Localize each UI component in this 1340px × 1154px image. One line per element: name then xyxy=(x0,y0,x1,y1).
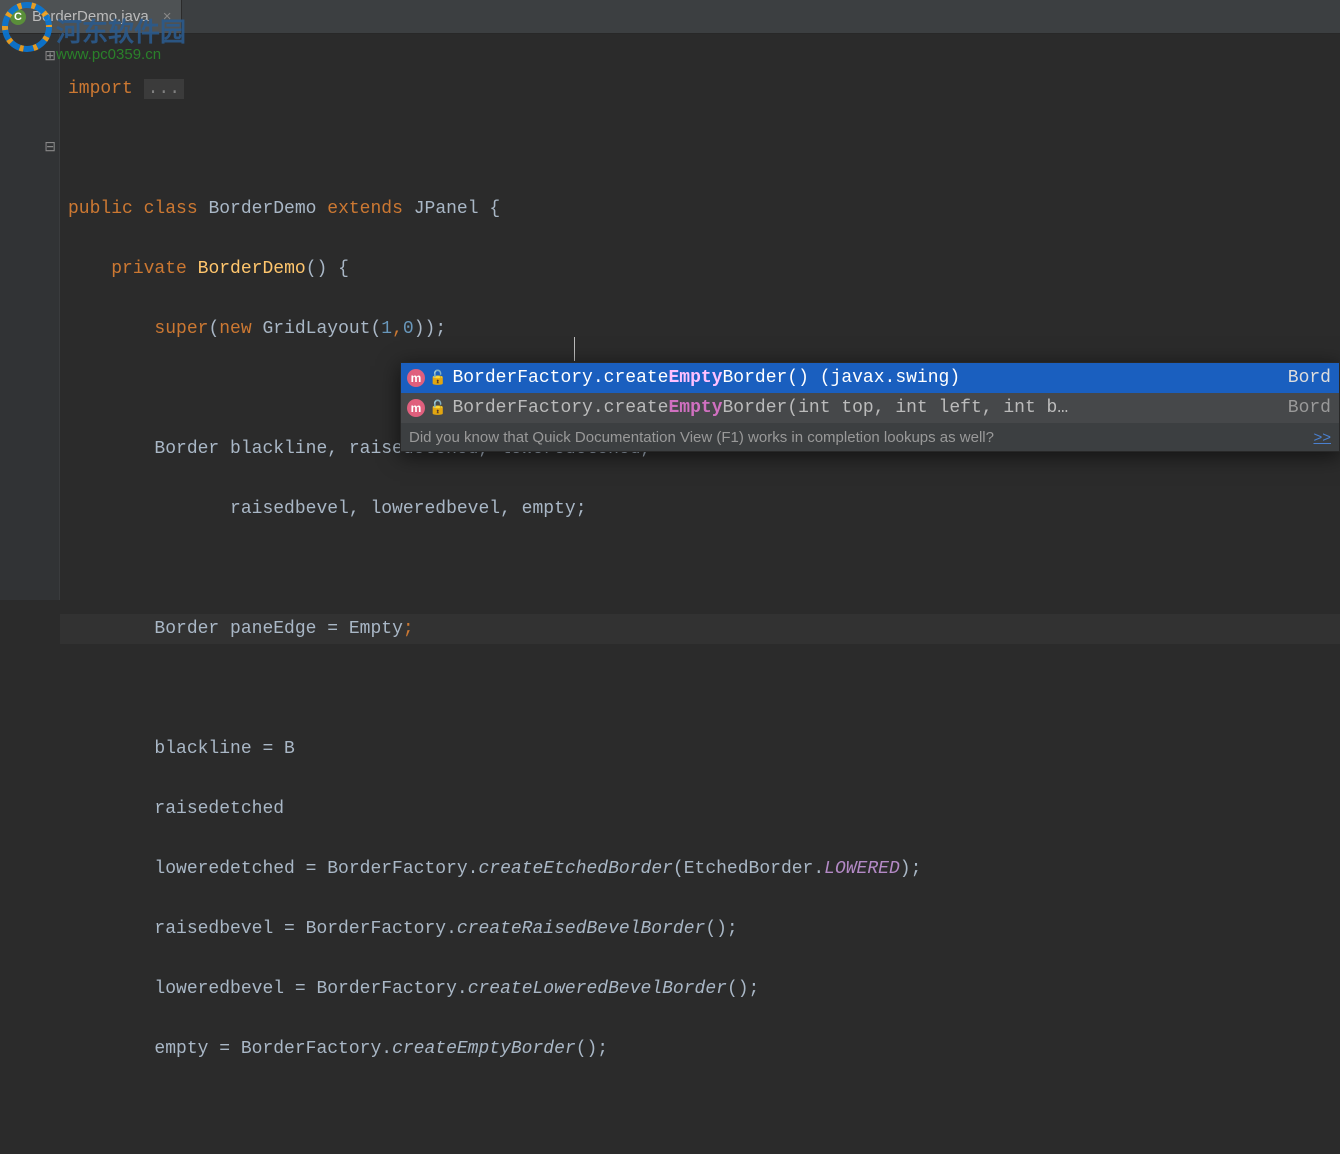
method-icon: m xyxy=(407,369,425,387)
t: ... xyxy=(144,79,184,99)
t: LOWERED xyxy=(824,859,900,879)
t: (); xyxy=(727,979,759,999)
completion-text: BorderFactory.createEmptyBorder(int top,… xyxy=(452,398,1287,418)
t: () { xyxy=(306,259,349,279)
completion-return-type: Bord xyxy=(1288,368,1331,388)
t: 1 xyxy=(381,319,392,339)
t: { xyxy=(489,199,500,219)
code-area[interactable]: import ... public class BorderDemo exten… xyxy=(60,34,1340,600)
t: 0 xyxy=(403,319,414,339)
t: import xyxy=(68,79,133,99)
t: private xyxy=(111,259,187,279)
t: ; xyxy=(403,619,414,639)
t: empty = BorderFactory. xyxy=(154,1039,392,1059)
watermark-url: www.pc0359.cn xyxy=(56,46,161,63)
t: public class xyxy=(68,199,198,219)
t: BorderDemo xyxy=(198,259,306,279)
t: createRaisedBevelBorder xyxy=(457,919,705,939)
lock-open-icon: 🔓 xyxy=(429,370,446,387)
code-editor[interactable]: ⊞ ⊟ import ... public class BorderDemo e… xyxy=(0,34,1340,600)
t: loweredbevel = BorderFactory. xyxy=(154,979,467,999)
t: )); xyxy=(414,319,446,339)
t: Border paneEdge = xyxy=(154,619,348,639)
fold-icon[interactable]: ⊟ xyxy=(44,139,56,156)
t: (); xyxy=(705,919,737,939)
t: new xyxy=(219,319,251,339)
completion-text: BorderFactory.createEmptyBorder() (javax… xyxy=(452,368,1287,388)
t: blackline = B xyxy=(154,739,294,759)
t: , xyxy=(392,319,403,339)
completion-item[interactable]: m 🔓 BorderFactory.createEmptyBorder(int … xyxy=(401,393,1339,423)
t: createEmptyBorder xyxy=(392,1039,576,1059)
completion-tip: Did you know that Quick Documentation Vi… xyxy=(401,423,1339,451)
tip-text: Did you know that Quick Documentation Vi… xyxy=(409,429,994,446)
text-caret xyxy=(574,337,575,361)
t: extends xyxy=(327,199,403,219)
editor-tabbar: C BorderDemo.java × xyxy=(0,0,1340,34)
t: raisedbevel, loweredbevel, empty; xyxy=(154,499,586,519)
t: Empty xyxy=(349,619,403,639)
t: loweredetched = BorderFactory. xyxy=(154,859,478,879)
code-completion-popup[interactable]: m 🔓 BorderFactory.createEmptyBorder() (j… xyxy=(400,362,1340,452)
tip-link[interactable]: >> xyxy=(1313,429,1331,446)
t: BorderDemo xyxy=(208,199,316,219)
t: createEtchedBorder xyxy=(478,859,672,879)
t: JPanel xyxy=(414,199,479,219)
t: (EtchedBorder. xyxy=(673,859,824,879)
t: raisedbevel = BorderFactory. xyxy=(154,919,456,939)
t: ); xyxy=(900,859,922,879)
gutter: ⊞ ⊟ xyxy=(0,34,60,600)
t: raisedetched xyxy=(154,799,294,819)
t: ( xyxy=(208,319,219,339)
completion-return-type: Bord xyxy=(1288,398,1331,418)
t: GridLayout( xyxy=(262,319,381,339)
t: super xyxy=(154,319,208,339)
watermark-text: 河东软件园 xyxy=(56,12,186,49)
t: (); xyxy=(576,1039,608,1059)
t: createLoweredBevelBorder xyxy=(468,979,727,999)
completion-item[interactable]: m 🔓 BorderFactory.createEmptyBorder() (j… xyxy=(401,363,1339,393)
lock-open-icon: 🔓 xyxy=(429,400,446,417)
method-icon: m xyxy=(407,399,425,417)
